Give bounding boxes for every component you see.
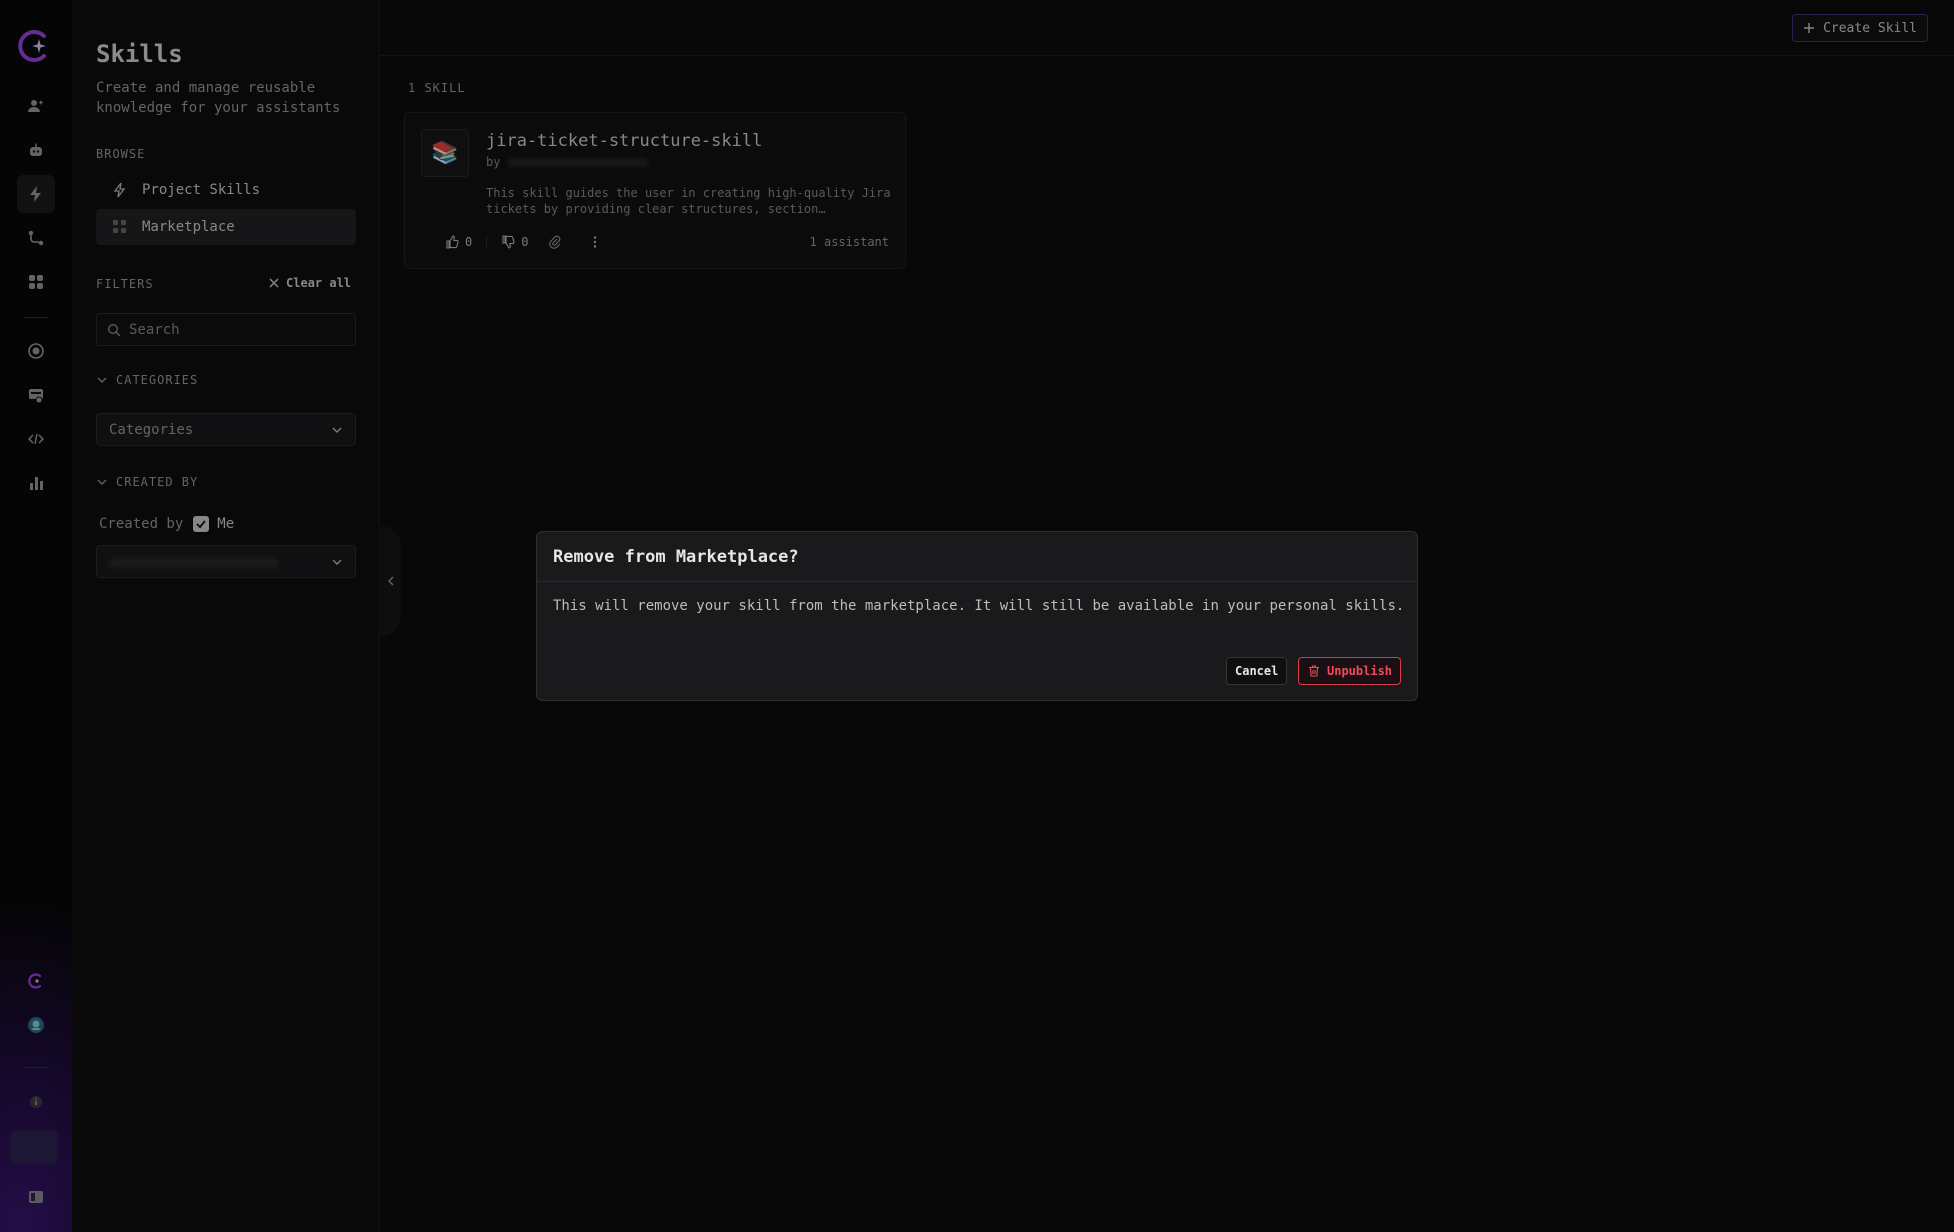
dialog-message: This will remove your skill from the mar… — [553, 598, 1405, 614]
unpublish-label: Unpublish — [1327, 664, 1393, 678]
trash-icon — [1309, 665, 1319, 677]
cancel-button[interactable]: Cancel — [1226, 657, 1288, 685]
unpublish-button[interactable]: Unpublish — [1298, 657, 1402, 685]
dialog-title: Remove from Marketplace? — [537, 532, 1417, 582]
unpublish-dialog: Remove from Marketplace? This will remov… — [536, 531, 1418, 701]
